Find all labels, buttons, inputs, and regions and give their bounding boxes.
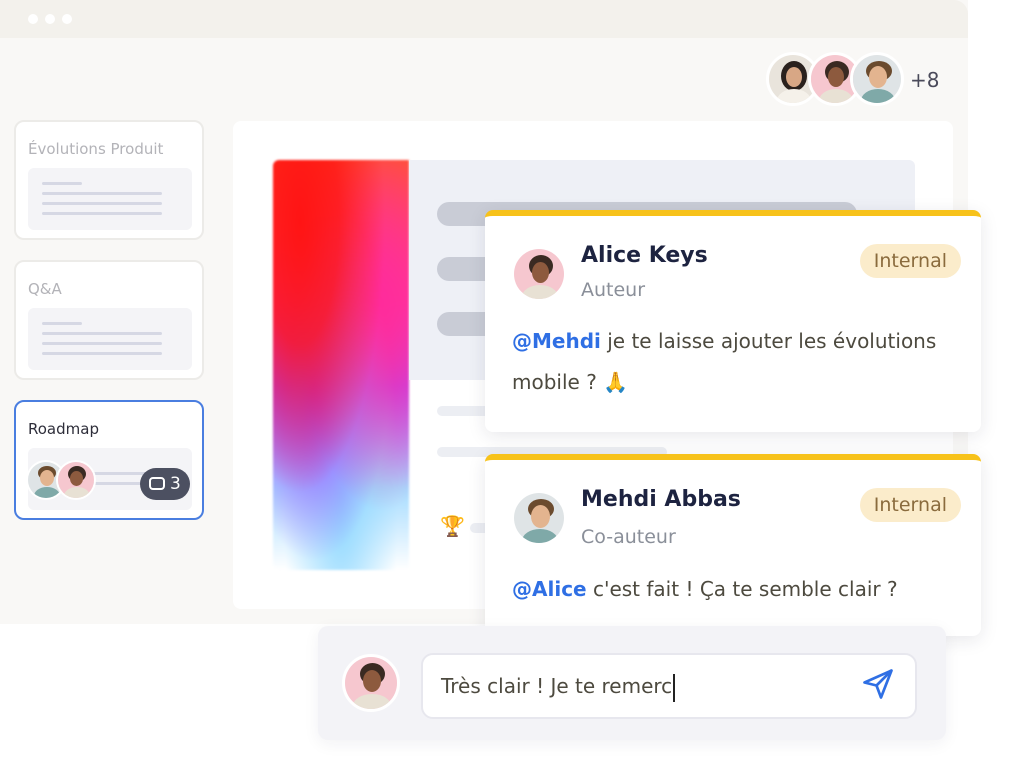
comment-text-line: mobile ? 🙏 [512, 370, 629, 394]
author-avatar [511, 246, 567, 302]
page-thumbnail [28, 308, 192, 370]
comment-text-line: c'est fait ! Ça te semble clair ? [586, 577, 898, 601]
visibility-tag: Internal [859, 488, 961, 522]
comment-text-line: je te laisse ajouter les évolutions [600, 329, 937, 353]
comment-card: Alice Keys Auteur Internal @Mehdi je te … [485, 210, 981, 432]
comment-count: 3 [170, 474, 181, 494]
comment-role: Co-auteur [581, 526, 676, 548]
window-dot-icon[interactable] [45, 14, 55, 24]
window-dot-icon[interactable] [62, 14, 72, 24]
comment-count-badge[interactable]: 3 [140, 468, 190, 500]
reply-input[interactable]: Très clair ! Je te remerc [421, 653, 917, 719]
comment-card: Mehdi Abbas Co-auteur Internal @Alice c'… [485, 454, 981, 636]
send-icon[interactable] [860, 666, 896, 702]
title-bar [0, 0, 968, 38]
stage: +8 Évolutions Produit Q&A Roadmap 3 🏆 Al… [0, 0, 1024, 768]
comment-text: @Alice c'est fait ! Ça te semble clair ? [512, 569, 957, 610]
text-caret [673, 673, 676, 702]
sidebar-item-label: Roadmap [28, 420, 99, 438]
mention-link[interactable]: @Alice [512, 577, 587, 601]
visibility-tag: Internal [859, 244, 961, 278]
sidebar-item-label: Évolutions Produit [28, 140, 164, 158]
trophy-icon: 🏆 [440, 514, 465, 538]
sidebar-item-evolutions-produit[interactable]: Évolutions Produit [14, 120, 204, 240]
comment-author: Alice Keys [581, 243, 708, 268]
comment-icon [149, 477, 165, 490]
roadmap-avatar-alice [56, 460, 96, 500]
current-user-avatar [342, 654, 400, 712]
participant-avatar-mehdi[interactable] [850, 52, 904, 106]
reply-text: Très clair ! Je te remerc [441, 674, 673, 698]
more-participants-count[interactable]: +8 [910, 68, 939, 92]
sidebar-item-label: Q&A [28, 280, 62, 298]
mention-link[interactable]: @Mehdi [512, 329, 601, 353]
author-avatar [511, 490, 567, 546]
sidebar-item-qa[interactable]: Q&A [14, 260, 204, 380]
page-thumbnail [28, 168, 192, 230]
cover-image [273, 160, 409, 570]
comment-text: @Mehdi je te laisse ajouter les évolutio… [512, 321, 957, 403]
comment-author: Mehdi Abbas [581, 487, 741, 512]
window-dot-icon[interactable] [28, 14, 38, 24]
comment-role: Auteur [581, 279, 646, 301]
